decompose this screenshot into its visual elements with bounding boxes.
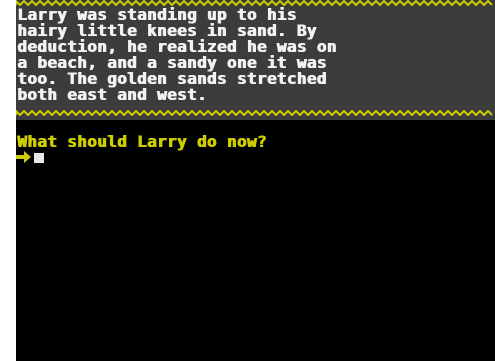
text-cursor — [34, 153, 44, 163]
location-description: Larry was standing up to his hairy littl… — [17, 7, 495, 103]
prompt-question: What should Larry do now? — [17, 132, 267, 151]
right-arrow-icon — [16, 151, 31, 163]
wave-line — [16, 110, 493, 116]
command-input-row[interactable] — [16, 151, 495, 163]
bottom-border-wave — [16, 110, 493, 116]
description-panel: Larry was standing up to his hairy littl… — [16, 0, 495, 120]
game-screen: Larry was standing up to his hairy littl… — [16, 0, 495, 361]
description-line: both east and west. — [17, 85, 207, 104]
